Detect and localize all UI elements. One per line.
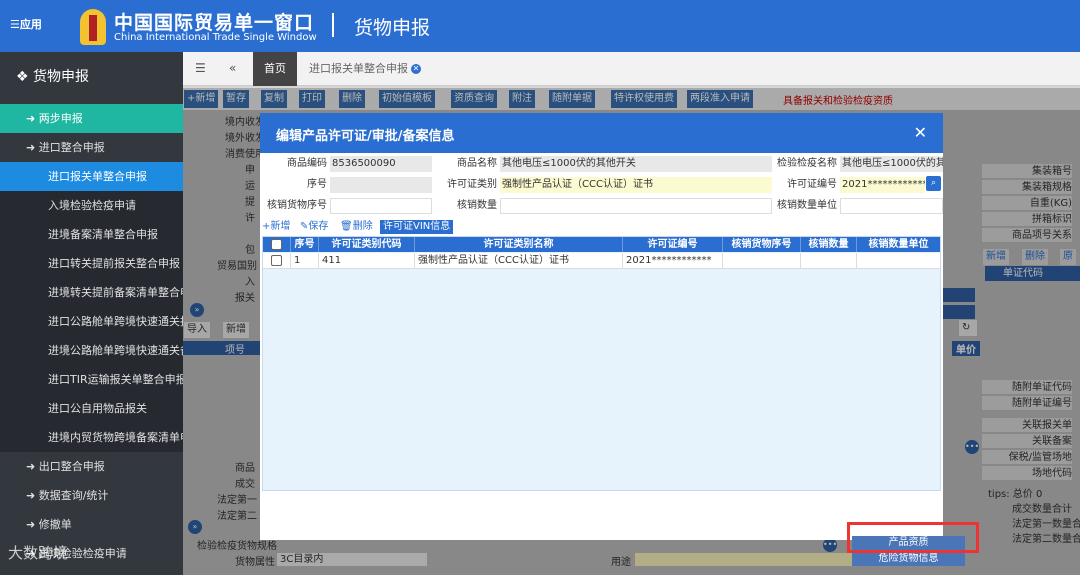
sidebar-item-two-step[interactable]: ➜ 两步申报 [0, 104, 183, 133]
goods-code-field: 8536500090 [330, 156, 432, 172]
sidebar-item-entry-transit-early[interactable]: 进境转关提前备案清单整合申报 [0, 278, 183, 307]
sidebar-item-entry-road-manifest[interactable]: 进境公路舱单跨境快速通关备案清单申报 [0, 336, 183, 365]
sidebar-item-import-transit-early[interactable]: 进口转关提前报关整合申报 [0, 249, 183, 278]
cell-license-no: 2021************ [623, 253, 723, 269]
writeoff-unit-field[interactable] [840, 198, 943, 214]
dialog-footer [262, 491, 941, 540]
grid-header: 序号 许可证类别代码 许可证类别名称 许可证编号 核销货物序号 核销数量 核销数… [263, 237, 940, 252]
grid-save-button[interactable]: ✎保存 [300, 220, 328, 234]
login-arrow-icon: ➜ [26, 141, 39, 154]
brand-name-cn: 中国国际贸易单一窗口 [114, 12, 315, 34]
tab-close-icon[interactable]: ✕ [411, 64, 421, 74]
writeoff-qty-field[interactable] [500, 198, 772, 214]
row-select [263, 253, 291, 269]
sidebar-item-entry-domestic-trade[interactable]: 进境内贸货物跨境备案清单申报 [0, 423, 183, 452]
sidebar-item-entry-record-list[interactable]: 进境备案清单整合申报 [0, 220, 183, 249]
watermark: 大数跨境 [8, 544, 69, 562]
login-arrow-icon: ➜ [26, 460, 39, 473]
sidebar-item-modify-withdraw[interactable]: ➜ 修撤单 [0, 510, 183, 539]
writeoff-seq-field[interactable] [330, 198, 432, 214]
grid-header-license-no: 许可证编号 [623, 237, 723, 252]
ciq-name-label: 检验检疫名称 [772, 156, 840, 172]
grid-header-writeoff-qty: 核销数量 [801, 237, 857, 252]
trash-icon: 🗑 [340, 221, 353, 232]
sidebar-item-query-stats[interactable]: ➜ 数据查询/统计 [0, 481, 183, 510]
writeoff-unit-label: 核销数量单位 [772, 198, 840, 214]
cell-seq: 1 [291, 253, 319, 269]
ciq-name-field: 其他电压≤1000伏的其他开关 [840, 156, 943, 172]
grid-header-select [263, 237, 291, 252]
grid-header-type-code: 许可证类别代码 [319, 237, 415, 252]
goods-name-label: 商品名称 [432, 156, 500, 172]
login-arrow-icon: ➜ [26, 518, 39, 531]
cell-type-code: 411 [319, 253, 415, 269]
sidebar-item-entry-inspection[interactable]: 入境检验检疫申请 [0, 191, 183, 220]
grid-delete-button[interactable]: 🗑删除 [340, 220, 373, 234]
menu-toggle-icon[interactable]: ☰ [195, 61, 206, 75]
grid-add-button[interactable]: +新增 [262, 220, 290, 234]
license-grid: 序号 许可证类别代码 许可证类别名称 许可证编号 核销货物序号 核销数量 核销数… [262, 236, 941, 491]
license-type-label: 许可证类别 [432, 177, 500, 193]
tab-import-declaration[interactable]: 进口报关单整合申报 ✕ [301, 52, 429, 86]
cell-writeoff-seq [723, 253, 801, 269]
sidebar-title: ❖ 货物申报 [16, 69, 90, 85]
cell-type-name: 强制性产品认证（CCC认证）证书 [415, 253, 623, 269]
dialog-title: 编辑产品许可证/审批/备案信息 [276, 129, 455, 144]
sidebar-item-import-tir[interactable]: 进口TIR运输报关单整合申报 [0, 365, 183, 394]
double-left-icon[interactable]: « [229, 61, 236, 75]
sidebar-item-import-declaration[interactable]: 进口报关单整合申报 [0, 162, 183, 191]
sidebar-item-import-integrated[interactable]: ➜ 进口整合申报 [0, 133, 183, 162]
dangerous-goods-button[interactable]: 危险货物信息 [852, 552, 965, 566]
goods-name-field: 其他电压≤1000伏的其他开关 [500, 156, 772, 172]
grid-header-writeoff-unit: 核销数量单位 [868, 239, 929, 250]
tab-home[interactable]: 首页 [253, 52, 297, 86]
writeoff-qty-label: 核销数量 [432, 198, 500, 214]
single-window-logo-icon [80, 9, 106, 45]
grid-header-writeoff-seq: 核销货物序号 [723, 237, 801, 252]
select-all-checkbox[interactable] [271, 239, 282, 250]
brand-name-en: China International Trade Single Window [114, 32, 317, 43]
license-type-field[interactable]: 强制性产品认证（CCC认证）证书 [500, 177, 772, 193]
sidebar-item-import-road-manifest[interactable]: 进口公路舱单跨境快速通关报关单申报 [0, 307, 183, 336]
grid-header-seq: 序号 [291, 237, 319, 252]
page-title: 货物申报 [354, 17, 431, 39]
table-row[interactable]: 1 411 强制性产品认证（CCC认证）证书 2021************ [263, 253, 940, 269]
license-edit-dialog: 编辑产品许可证/审批/备案信息 ✕ 商品编码 8536500090 商品名称 其… [260, 113, 943, 540]
header-divider [332, 13, 334, 37]
sidebar-item-export-integrated[interactable]: ➜ 出口整合申报 [0, 452, 183, 481]
row-checkbox[interactable] [271, 255, 282, 266]
cell-writeoff-unit [857, 253, 940, 269]
sidebar: ❖ 货物申报 ➜ 两步申报 ➜ 进口整合申报 进口报关单整合申报 入境检验检疫申… [0, 52, 183, 575]
tab-bar: ☰ « 首页 进口报关单整合申报 ✕ [183, 52, 1080, 86]
grid-header-type-name: 许可证类别名称 [415, 237, 623, 252]
license-vin-button[interactable]: 许可证VIN信息 [380, 220, 454, 234]
cell-writeoff-qty [801, 253, 857, 269]
login-arrow-icon: ➜ [26, 112, 39, 125]
app-menu-button[interactable]: ☰应用 [10, 16, 42, 32]
seq-label: 序号 [260, 177, 330, 193]
cubes-icon: ❖ [16, 69, 34, 85]
dialog-header: 编辑产品许可证/审批/备案信息 ✕ [260, 113, 943, 153]
license-no-field[interactable]: 2021************ [840, 177, 925, 193]
sidebar-item-import-personal-goods[interactable]: 进口公自用物品报关 [0, 394, 183, 423]
search-icon[interactable]: ⌕ [926, 176, 941, 191]
writeoff-seq-label: 核销货物序号 [260, 198, 330, 214]
goods-code-label: 商品编码 [260, 156, 330, 172]
highlight-box [847, 522, 979, 553]
top-bar: ☰应用 中国国际贸易单一窗口 China International Trade… [0, 0, 1080, 52]
close-icon[interactable]: ✕ [914, 123, 927, 142]
seq-field [330, 177, 432, 193]
login-arrow-icon: ➜ [26, 489, 39, 502]
license-no-label: 许可证编号 [772, 177, 840, 193]
